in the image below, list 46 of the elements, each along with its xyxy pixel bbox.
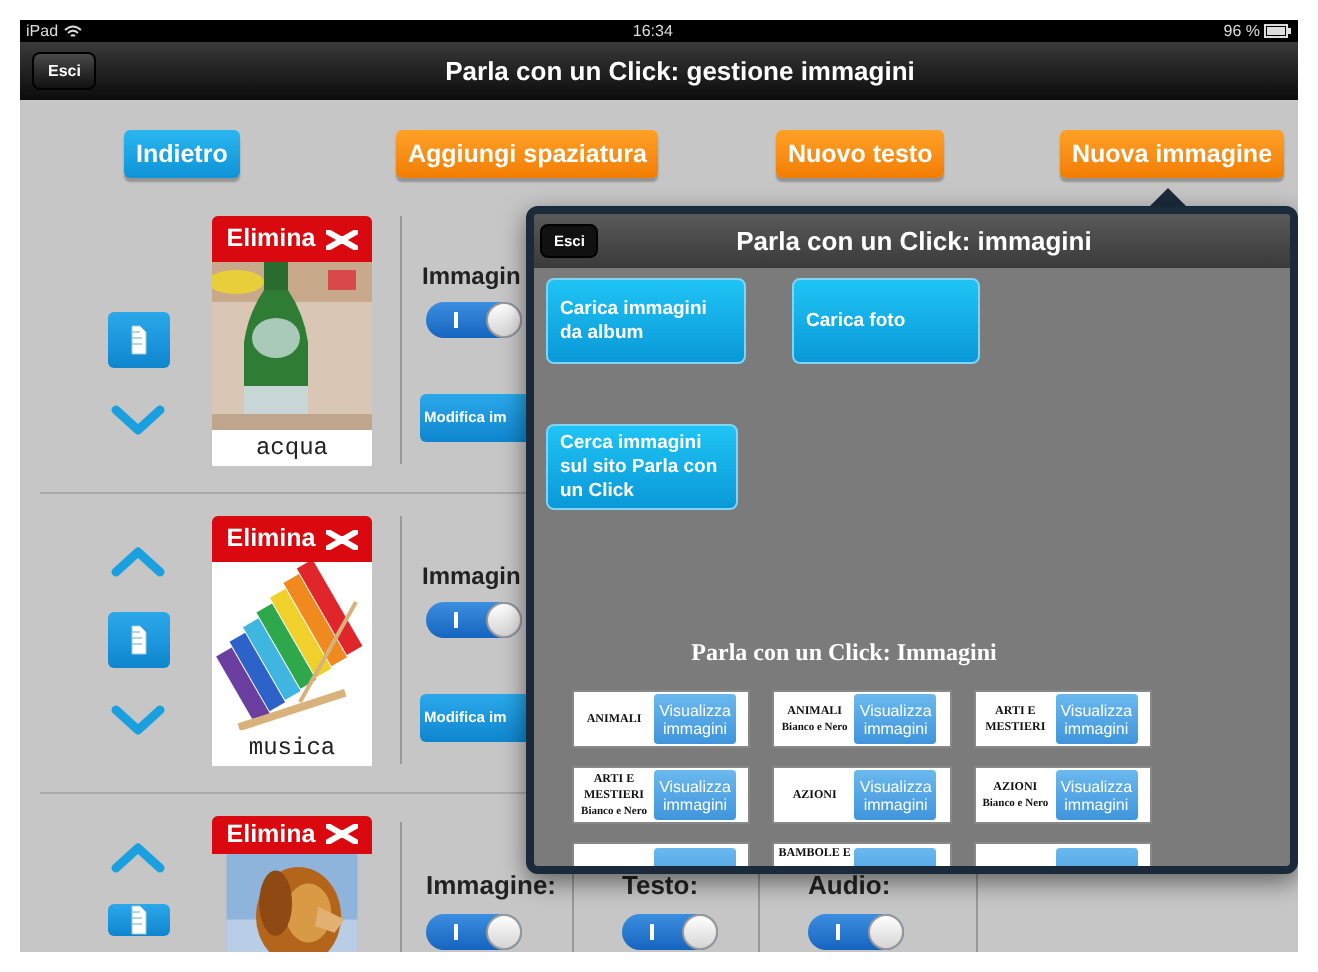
field-label: Immagine: xyxy=(426,868,559,904)
view-images-button[interactable]: Visualizza immagini xyxy=(854,770,937,820)
toggle-switch[interactable] xyxy=(426,302,522,338)
action-button[interactable]: Carica immagini da album xyxy=(546,278,746,364)
delete-button[interactable]: Elimina xyxy=(212,516,372,562)
field-label: Testo: xyxy=(622,868,701,904)
cross-icon xyxy=(325,529,358,549)
toggle-switch[interactable] xyxy=(808,913,904,949)
field-label: Immagin xyxy=(422,560,523,594)
toggle-switch[interactable] xyxy=(426,913,522,949)
exit-button[interactable]: Esci xyxy=(32,52,97,90)
battery-icon xyxy=(1264,24,1292,38)
document-icon xyxy=(128,904,148,936)
cross-icon xyxy=(325,229,358,249)
document-icon xyxy=(128,324,148,356)
copy-button[interactable] xyxy=(107,312,169,368)
view-images-button[interactable]: Visualizza immagini xyxy=(1055,694,1138,744)
clock-time: 16:34 xyxy=(632,23,673,39)
toggle-switch[interactable] xyxy=(622,913,718,949)
image-caption: musica xyxy=(212,730,372,766)
cross-icon xyxy=(325,824,358,845)
image-caption: acqua xyxy=(212,430,372,466)
field-label: Immagin xyxy=(422,260,523,294)
toolbar-button[interactable]: Indietro xyxy=(124,130,240,178)
action-button[interactable]: Carica foto xyxy=(792,278,980,364)
copy-button[interactable] xyxy=(107,612,169,668)
view-images-button[interactable]: Visualizza immagini xyxy=(854,694,937,744)
toolbar-button[interactable]: Aggiungi spaziatura xyxy=(396,130,659,178)
action-button[interactable]: Cerca immagini sul sito Parla con un Click xyxy=(546,424,738,510)
popup-title: Parla con un Click: immagini xyxy=(734,223,1094,260)
window-title: Parla con un Click: gestione immagini xyxy=(443,53,917,90)
view-images-button[interactable]: Visualizza immagini xyxy=(654,770,736,820)
toolbar-button[interactable]: Nuovo testo xyxy=(776,130,945,178)
copy-button[interactable] xyxy=(107,904,169,936)
toggle-switch[interactable] xyxy=(426,602,522,638)
document-icon xyxy=(128,624,148,656)
toolbar-button[interactable]: Nuova immagine xyxy=(1060,130,1285,178)
wifi-icon xyxy=(64,24,83,38)
delete-button[interactable]: Elimina xyxy=(212,216,372,262)
web-heading: Parla con un Click: Immagini xyxy=(689,636,999,670)
device-name: iPad xyxy=(26,23,59,39)
battery-percent: 96 % xyxy=(1223,23,1260,39)
view-images-button[interactable]: Visualizza immagini xyxy=(1055,770,1138,820)
view-images-button[interactable]: Visualizza immagini xyxy=(654,694,736,744)
field-label: Audio: xyxy=(808,868,893,904)
delete-button[interactable]: Elimina xyxy=(212,816,372,854)
